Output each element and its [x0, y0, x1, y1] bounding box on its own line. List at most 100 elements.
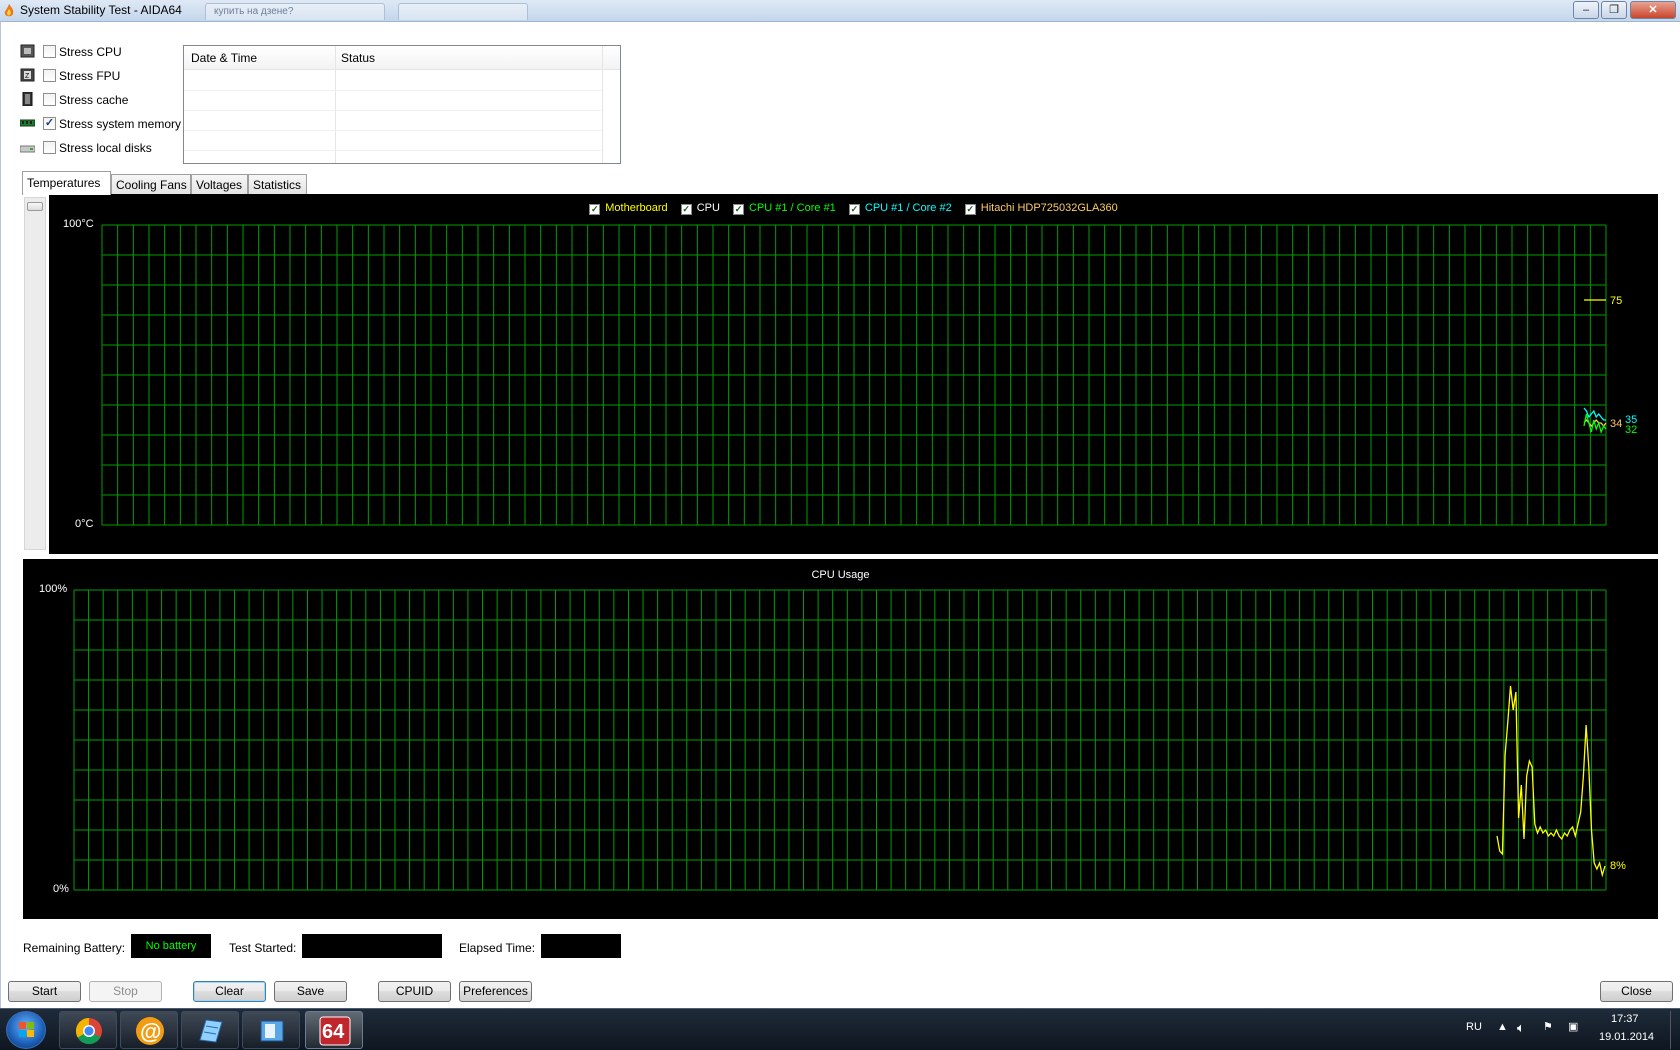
log-table[interactable]: Date & Time Status: [183, 45, 621, 164]
svg-text:Z: Z: [25, 73, 30, 80]
cpuid-button[interactable]: CPUID: [378, 981, 451, 1002]
volume-icon[interactable]: 🔈︎: [1517, 1020, 1525, 1036]
taskbar-mail-agent[interactable]: @: [120, 1011, 178, 1049]
aida64-flame-icon: [4, 4, 14, 17]
stress-cache-checkbox[interactable]: [43, 93, 56, 106]
temperature-legend: ✓ Motherboard ✓ CPU ✓ CPU #1 / Core #1 ✓ CPU…: [49, 202, 1658, 215]
stress-disks-label: Stress local disks: [59, 141, 152, 155]
show-hidden-icons-arrow-icon[interactable]: ▲: [1497, 1021, 1508, 1033]
cpu-usage-grid: [73, 589, 1607, 891]
window-title: System Stability Test - AIDA64: [20, 3, 182, 17]
stress-memory-label: Stress system memory: [59, 117, 182, 131]
legend-checkbox[interactable]: ✓: [680, 204, 692, 215]
stress-disks-checkbox[interactable]: [43, 141, 56, 154]
cpu-y-max-label: 100%: [39, 583, 68, 595]
elapsed-time-box: [541, 934, 621, 958]
chrome-icon: [75, 1017, 102, 1045]
tab-cooling-fans[interactable]: Cooling Fans: [111, 174, 191, 194]
tab-statistics[interactable]: Statistics: [248, 174, 307, 194]
legend-checkbox[interactable]: ✓: [589, 204, 601, 215]
close-button[interactable]: Close: [1600, 981, 1673, 1002]
temperature-series-3: [1583, 413, 1607, 435]
stress-fpu-option[interactable]: Z Stress FPU: [18, 66, 188, 86]
legend-item-core2[interactable]: ✓ CPU #1 / Core #2: [848, 202, 952, 215]
close-window-button[interactable]: ✕: [1630, 1, 1676, 19]
cpu-usage-graph: CPU Usage 100% 0% 8%: [23, 559, 1658, 919]
table-row: [184, 150, 602, 151]
title-bar: System Stability Test - AIDA64 купить на…: [0, 0, 1680, 22]
hdd-temp-value: 75: [1610, 295, 1623, 307]
elapsed-time-label: Elapsed Time:: [459, 941, 536, 955]
network-flag-icon[interactable]: ⚑: [1543, 1020, 1553, 1033]
cpu-chip-icon: [20, 44, 35, 58]
cache-chip-icon: [22, 92, 33, 106]
stress-memory-option[interactable]: ✓ Stress system memory: [18, 114, 188, 134]
taskbar-explorer[interactable]: [242, 1011, 300, 1049]
preferences-button[interactable]: Preferences: [459, 981, 532, 1002]
legend-checkbox[interactable]: ✓: [964, 204, 976, 215]
minimize-button[interactable]: –: [1573, 1, 1599, 19]
svg-text:@: @: [140, 1019, 161, 1044]
tab-temperatures[interactable]: Temperatures: [22, 171, 111, 195]
cpu-usage-current-value: 8%: [1610, 860, 1626, 872]
log-table-header: Date & Time Status: [184, 46, 620, 70]
cpu-y-min-label: 0%: [53, 883, 69, 895]
test-started-box: [302, 934, 442, 958]
language-indicator[interactable]: RU: [1466, 1021, 1482, 1033]
legend-item-cpu[interactable]: ✓ CPU: [680, 202, 720, 215]
cpu-usage-title: CPU Usage: [811, 569, 870, 581]
taskbar-aida64[interactable]: 64: [305, 1011, 363, 1049]
clock-date[interactable]: 19.01.2014: [1599, 1031, 1654, 1043]
table-row: [184, 110, 602, 111]
start-button[interactable]: Start: [8, 981, 81, 1002]
maximize-button[interactable]: ❐: [1601, 1, 1627, 19]
clock-time[interactable]: 17:37: [1611, 1013, 1639, 1025]
stress-disks-option[interactable]: Stress local disks: [18, 138, 188, 158]
legend-item-hdd[interactable]: ✓ Hitachi HDP725032GLA360: [964, 202, 1118, 215]
stress-cpu-option[interactable]: Stress CPU: [18, 42, 188, 62]
stress-fpu-label: Stress FPU: [59, 69, 121, 83]
stress-fpu-checkbox[interactable]: [43, 69, 56, 82]
windows-logo-icon: [19, 1022, 34, 1037]
cpu-usage-plot: [73, 589, 1607, 891]
stress-cpu-label: Stress CPU: [59, 45, 122, 59]
core1-temp-value: 32: [1625, 424, 1638, 436]
legend-checkbox[interactable]: ✓: [848, 204, 860, 215]
hard-disk-icon: [20, 145, 35, 153]
clear-button[interactable]: Clear: [193, 981, 266, 1002]
graph-scrollbar[interactable]: [24, 197, 46, 550]
fpu-chip-icon: Z: [20, 68, 35, 82]
stress-memory-checkbox[interactable]: ✓: [43, 117, 56, 130]
notepad-icon: [199, 1019, 223, 1043]
tab-voltages[interactable]: Voltages: [191, 174, 248, 194]
background-browser-tab: [398, 3, 528, 20]
stress-cpu-checkbox[interactable]: [43, 45, 56, 58]
memory-module-icon: [20, 119, 35, 127]
temperature-grid: [101, 224, 1607, 526]
column-header-date-time[interactable]: Date & Time: [191, 51, 257, 65]
table-row: [184, 90, 602, 91]
explorer-icon: [260, 1020, 284, 1042]
temperature-y-max-label: 100°C: [63, 218, 94, 230]
taskbar-chrome[interactable]: [59, 1011, 117, 1049]
stress-cache-option[interactable]: Stress cache: [18, 90, 188, 110]
legend-item-motherboard[interactable]: ✓ Motherboard: [589, 202, 668, 215]
scrollbar-thumb[interactable]: [27, 202, 43, 211]
legend-item-core1[interactable]: ✓ CPU #1 / Core #1: [732, 202, 836, 215]
battery-value-box: No battery: [131, 934, 211, 958]
stop-button[interactable]: Stop: [89, 981, 162, 1002]
test-started-label: Test Started:: [229, 941, 297, 955]
mail-agent-icon: @: [136, 1017, 164, 1045]
save-button[interactable]: Save: [274, 981, 347, 1002]
temperature-plot: [101, 224, 1607, 526]
stress-cache-label: Stress cache: [59, 93, 129, 107]
background-browser-tab: купить на дзене?: [205, 3, 385, 20]
network-icon[interactable]: ▣: [1568, 1020, 1578, 1033]
taskbar-notepad[interactable]: [181, 1011, 239, 1049]
show-desktop-button[interactable]: [1670, 1011, 1678, 1049]
legend-checkbox[interactable]: ✓: [732, 204, 744, 215]
motherboard-temp-value: 34: [1610, 418, 1623, 430]
battery-label: Remaining Battery:: [23, 941, 126, 955]
column-header-status[interactable]: Status: [341, 51, 375, 65]
start-button[interactable]: [6, 1011, 46, 1049]
